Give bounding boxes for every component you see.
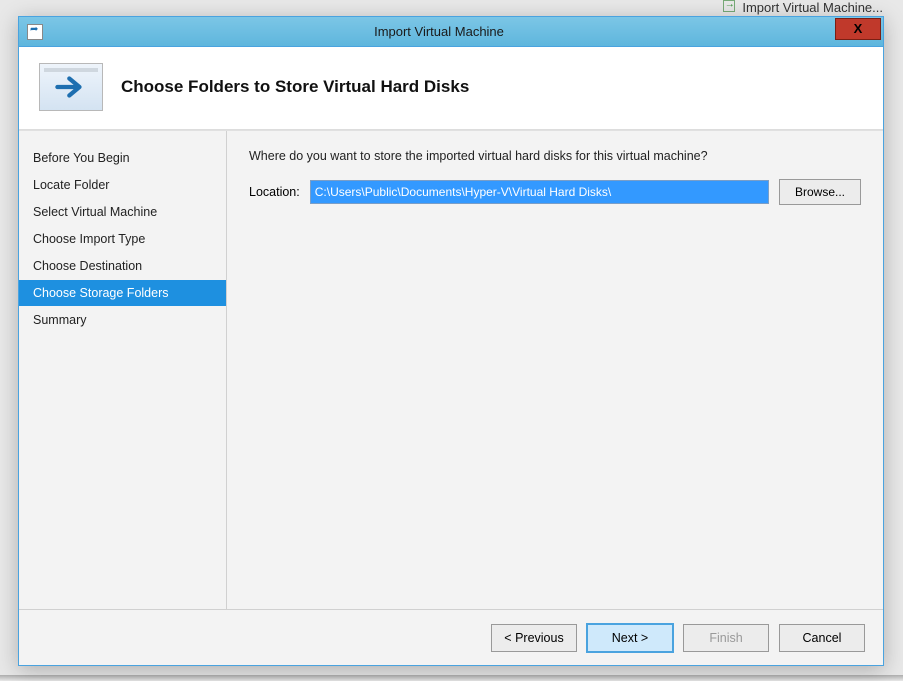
close-button[interactable]: X xyxy=(835,18,881,40)
app-icon xyxy=(27,24,43,40)
window-title: Import Virtual Machine xyxy=(43,24,835,39)
location-label: Location: xyxy=(249,185,300,199)
page-title: Choose Folders to Store Virtual Hard Dis… xyxy=(121,77,469,97)
sidebar-item-summary[interactable]: Summary xyxy=(19,307,226,333)
sidebar-item-choose-import-type[interactable]: Choose Import Type xyxy=(19,226,226,252)
sidebar-item-locate-folder[interactable]: Locate Folder xyxy=(19,172,226,198)
parent-action-hint: Import Virtual Machine... xyxy=(703,0,903,15)
prompt-text: Where do you want to store the imported … xyxy=(249,149,861,163)
parent-action-text: Import Virtual Machine... xyxy=(742,0,883,15)
titlebar: Import Virtual Machine X xyxy=(19,17,883,47)
sidebar-item-choose-storage-folders[interactable]: Choose Storage Folders xyxy=(19,280,226,306)
arrow-right-icon xyxy=(54,73,88,101)
wizard-header: Choose Folders to Store Virtual Hard Dis… xyxy=(19,47,883,130)
next-button[interactable]: Next > xyxy=(587,624,673,652)
import-wizard-dialog: Import Virtual Machine X Choose Folders … xyxy=(18,16,884,666)
finish-button: Finish xyxy=(683,624,769,652)
bottom-shadow xyxy=(0,675,903,681)
sidebar-item-before-you-begin[interactable]: Before You Begin xyxy=(19,145,226,171)
previous-button[interactable]: < Previous xyxy=(491,624,577,652)
wizard-step-icon xyxy=(39,63,103,111)
location-input[interactable] xyxy=(310,180,769,204)
location-row: Location: Browse... xyxy=(249,179,861,205)
cancel-button[interactable]: Cancel xyxy=(779,624,865,652)
wizard-body: Before You Begin Locate Folder Select Vi… xyxy=(19,130,883,609)
sidebar-item-select-virtual-machine[interactable]: Select Virtual Machine xyxy=(19,199,226,225)
wizard-content: Where do you want to store the imported … xyxy=(227,131,883,609)
wizard-steps-sidebar: Before You Begin Locate Folder Select Vi… xyxy=(19,131,227,609)
sidebar-item-choose-destination[interactable]: Choose Destination xyxy=(19,253,226,279)
browse-button[interactable]: Browse... xyxy=(779,179,861,205)
import-glyph-icon xyxy=(723,0,735,12)
wizard-footer: < Previous Next > Finish Cancel xyxy=(19,609,883,665)
